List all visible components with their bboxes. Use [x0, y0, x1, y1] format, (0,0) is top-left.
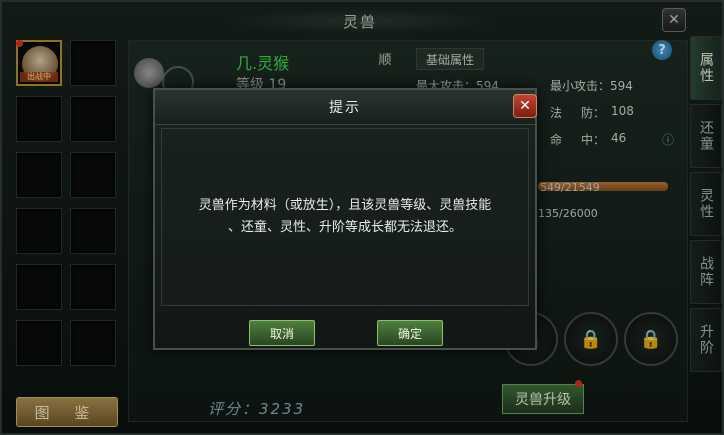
dialog-header: 提示 ✕: [155, 90, 537, 125]
dialog-message: 灵兽作为材料（或放生），且该灵兽等级、灵兽技能 、还童、灵性、升阶等成长都无法退…: [172, 195, 518, 239]
dialog-body: 灵兽作为材料（或放生），且该灵兽等级、灵兽技能 、还童、灵性、升阶等成长都无法退…: [161, 128, 529, 306]
confirm-button[interactable]: 确定: [377, 320, 443, 346]
dialog-title: 提示: [329, 100, 361, 116]
cancel-button[interactable]: 取消: [249, 320, 315, 346]
dialog-message-line1: 灵兽作为材料（或放生），且该灵兽等级、灵兽技能: [198, 198, 492, 213]
confirm-dialog: 提示 ✕ 灵兽作为材料（或放生），且该灵兽等级、灵兽技能 、还童、灵性、升阶等成…: [153, 88, 537, 350]
dialog-message-line2: 、还童、灵性、升阶等成长都无法退还。: [227, 220, 462, 235]
dialog-close-icon[interactable]: ✕: [513, 94, 537, 118]
